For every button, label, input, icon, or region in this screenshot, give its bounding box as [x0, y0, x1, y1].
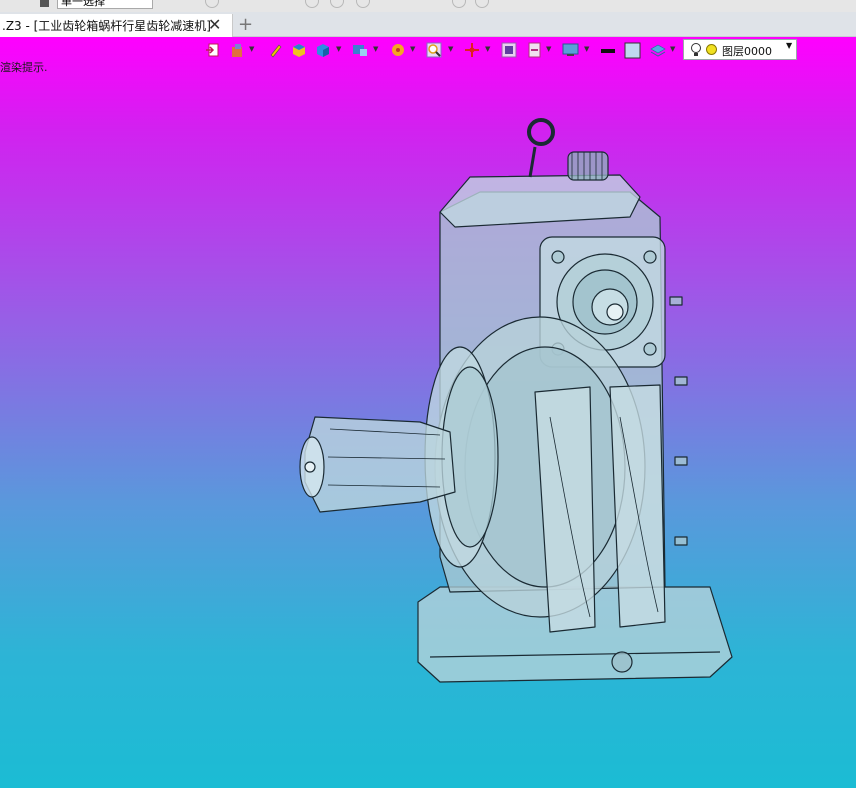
chevron-down-icon[interactable]: ▼: [373, 45, 378, 53]
tool-icon[interactable]: [475, 0, 489, 8]
tool-icon[interactable]: [356, 0, 370, 8]
3d-viewport[interactable]: 渲染提示. ▼ ▼ ▼ ▼ ▼ ▼ ▼ ▼ ▼ 图层0000 ▼: [0, 37, 856, 788]
gearbox-model[interactable]: [290, 117, 740, 717]
chevron-down-icon[interactable]: ▼: [670, 45, 675, 53]
document-tab-title: .Z3 - [工业齿轮箱蜗杆行星齿轮减速机]: [2, 19, 211, 33]
tool-icon[interactable]: [330, 0, 344, 8]
layer-select[interactable]: 图层0000 ▼: [683, 39, 797, 60]
cube-view-icon[interactable]: [315, 42, 331, 58]
lightbulb-icon[interactable]: [690, 43, 702, 62]
chevron-down-icon[interactable]: ▼: [584, 45, 589, 53]
chevron-down-icon[interactable]: ▼: [448, 45, 453, 53]
chevron-down-icon[interactable]: ▼: [249, 45, 254, 53]
chevron-down-icon[interactable]: ▼: [410, 45, 415, 53]
chevron-down-icon[interactable]: ▼: [336, 45, 341, 53]
render-mode-icon[interactable]: [562, 42, 580, 58]
face-color-icon[interactable]: [624, 42, 642, 59]
tool-icon[interactable]: [305, 0, 319, 8]
tool-icon[interactable]: [205, 0, 219, 8]
stop-icon[interactable]: [40, 0, 49, 7]
layer-color-icon[interactable]: [706, 44, 717, 55]
selection-mode-value: 单一选择: [61, 0, 105, 8]
view-toolbar: ▼ ▼ ▼ ▼ ▼ ▼ ▼ ▼ ▼ 图层0000 ▼: [0, 37, 856, 63]
chevron-down-icon[interactable]: ▼: [485, 45, 490, 53]
view-icon[interactable]: [501, 42, 517, 58]
document-tab[interactable]: .Z3 - [工业齿轮箱蜗杆行星齿轮减速机] ✕: [0, 14, 233, 37]
shaded-cube-icon[interactable]: [291, 42, 307, 58]
layer-name: 图层0000: [722, 45, 772, 58]
top-toolbar-strip: 单一选择: [0, 0, 856, 12]
chevron-down-icon[interactable]: ▼: [786, 41, 792, 50]
zoom-icon[interactable]: [426, 42, 444, 58]
axis-icon[interactable]: [464, 42, 480, 58]
pen-icon[interactable]: [268, 42, 282, 58]
section-icon[interactable]: [527, 42, 543, 58]
part-icon[interactable]: [229, 42, 247, 58]
document-tab-bar: .Z3 - [工业齿轮箱蜗杆行星齿轮减速机] ✕: [0, 12, 856, 37]
line-color-icon[interactable]: [600, 42, 616, 58]
display-icon[interactable]: [351, 42, 369, 58]
new-tab-icon[interactable]: +: [238, 12, 253, 37]
chevron-down-icon[interactable]: ▼: [546, 45, 551, 53]
exit-icon[interactable]: [205, 42, 221, 58]
filter-icon[interactable]: [390, 42, 406, 58]
selection-mode-select[interactable]: 单一选择: [57, 0, 153, 9]
tool-icon[interactable]: [452, 0, 466, 8]
close-tab-icon[interactable]: ✕: [208, 15, 221, 34]
layer-icon[interactable]: [649, 42, 667, 58]
